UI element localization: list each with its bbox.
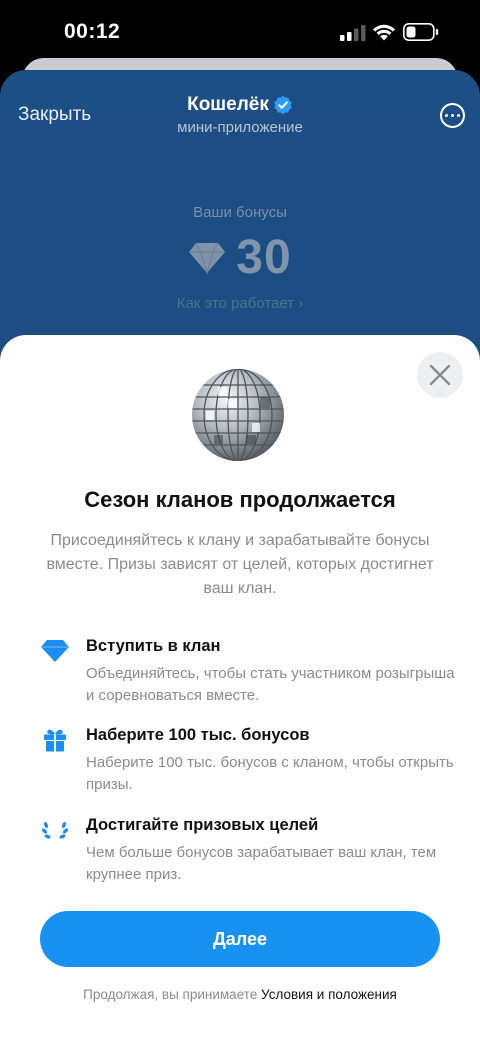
feature-title: Вступить в клан [86, 637, 221, 655]
modal-description: Присоединяйтесь к клану и зарабатывайте … [46, 532, 434, 597]
feature-reach-goals: Достигайте призовых целей Чем больше бон… [40, 816, 450, 886]
status-time: 00:12 [64, 20, 121, 43]
cellular-signal-icon [340, 25, 366, 41]
bonus-label: Ваши бонусы [193, 204, 287, 221]
feature-title: Наберите 100 тыс. бонусов [86, 726, 310, 744]
more-options-icon[interactable] [440, 103, 465, 128]
wifi-icon [373, 24, 395, 41]
modal-close-button[interactable] [417, 352, 463, 398]
feature-join-clan: Вступить в клан Объединяйтесь, чтобы ста… [40, 637, 455, 707]
feature-description: Наберите 100 тыс. бонусов с кланом, чтоб… [86, 754, 454, 793]
gift-icon [44, 729, 66, 752]
terms-prefix: Продолжая, вы принимаете [83, 987, 258, 1002]
app-title-text: Кошелёк [187, 94, 269, 115]
next-button[interactable]: Далее [40, 911, 440, 967]
app-subtitle: мини-приложение [177, 119, 303, 136]
laurel-icon [41, 821, 69, 839]
app-title: Кошелёк [187, 94, 293, 116]
battery-icon [403, 23, 439, 41]
bonus-value: 30 [236, 231, 292, 284]
modal-title: Сезон кланов продолжается [84, 487, 396, 512]
feature-title: Достигайте призовых целей [86, 816, 319, 834]
status-bar: 00:12 [0, 0, 480, 62]
how-it-works-link[interactable]: Как это работает › [0, 295, 480, 312]
app-header: Кошелёк мини-приложение [0, 94, 480, 136]
feature-collect-bonuses: Наберите 100 тыс. бонусов Наберите 100 т… [40, 726, 454, 796]
close-icon [429, 364, 451, 386]
gem-icon [189, 242, 226, 275]
feature-description: Чем больше бонусов зарабатывает ваш клан… [86, 844, 437, 883]
clan-season-modal: Сезон кланов продолжается Присоединяйтес… [0, 335, 480, 1041]
disco-ball-icon [192, 369, 284, 461]
terms-text: Продолжая, вы принимаете Условия и полож… [0, 987, 480, 1002]
bonus-balance: 30 [0, 230, 480, 285]
verified-badge-icon [274, 95, 292, 115]
diamond-icon [41, 640, 69, 662]
feature-description: Объединяйтесь, чтобы стать участником ро… [86, 665, 455, 704]
terms-link[interactable]: Условия и положения [261, 987, 397, 1002]
